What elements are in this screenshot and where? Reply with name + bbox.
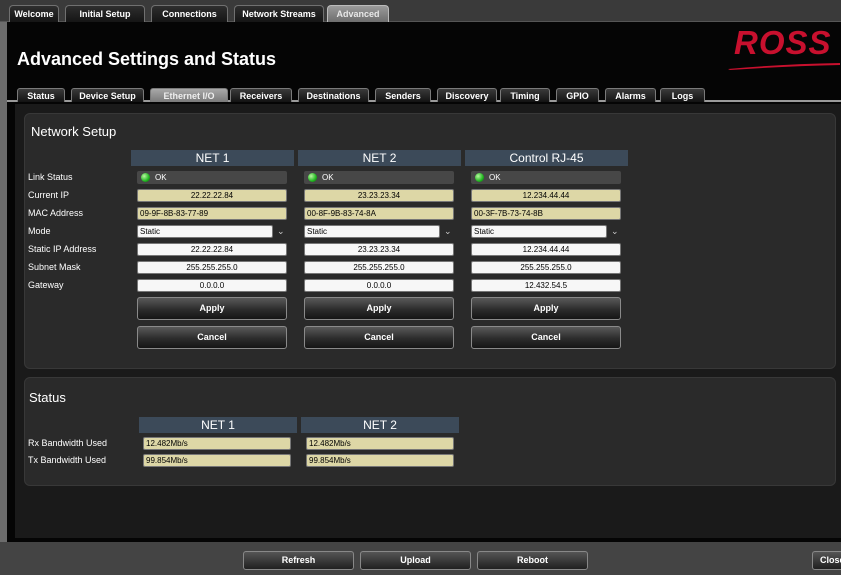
subtab-ethernet-io[interactable]: Ethernet I/O — [150, 88, 228, 102]
tx-bandwidth-label: Tx Bandwidth Used — [28, 455, 107, 465]
status-net2-column-header: NET 2 — [301, 417, 459, 433]
chevron-down-icon[interactable]: ⌄ — [611, 226, 619, 237]
control-mac-address: 00-3F-7B-73-74-8B — [471, 207, 621, 220]
net1-link-status-text: OK — [155, 173, 167, 182]
net1-current-ip: 22.22.22.84 — [137, 189, 287, 202]
mode-label: Mode — [28, 226, 51, 236]
tab-initial-setup[interactable]: Initial Setup — [65, 5, 145, 22]
net1-mode-select[interactable]: Static — [137, 225, 273, 238]
net2-subnet-mask-input[interactable]: 255.255.255.0 — [304, 261, 454, 274]
tab-advanced[interactable]: Advanced — [327, 5, 389, 22]
chevron-down-icon[interactable]: ⌄ — [277, 226, 285, 237]
net1-column-header: NET 1 — [131, 150, 294, 166]
status-led-icon — [308, 173, 317, 182]
net2-mac-address: 00-8F-9B-83-74-8A — [304, 207, 454, 220]
subtab-status[interactable]: Status — [17, 88, 65, 102]
net2-link-status-text: OK — [322, 173, 334, 182]
control-link-status: OK — [471, 171, 621, 184]
net2-mode-select[interactable]: Static — [304, 225, 440, 238]
net2-gateway-input[interactable]: 0.0.0.0 — [304, 279, 454, 292]
link-status-label: Link Status — [28, 172, 73, 182]
refresh-button[interactable]: Refresh — [243, 551, 354, 570]
status-led-icon — [141, 173, 150, 182]
control-rj45-column-header: Control RJ-45 — [465, 150, 628, 166]
net2-tx-bandwidth: 99.854Mb/s — [306, 454, 454, 467]
upload-button[interactable]: Upload — [360, 551, 471, 570]
static-ip-label: Static IP Address — [28, 244, 97, 254]
subtab-device-setup[interactable]: Device Setup — [71, 88, 144, 102]
control-current-ip: 12.234.44.44 — [471, 189, 621, 202]
subtab-gpio[interactable]: GPIO — [556, 88, 599, 102]
control-subnet-mask-input[interactable]: 255.255.255.0 — [471, 261, 621, 274]
subtab-timing[interactable]: Timing — [500, 88, 550, 102]
net2-apply-button[interactable]: Apply — [304, 297, 454, 320]
subtab-alarms[interactable]: Alarms — [605, 88, 656, 102]
net1-subnet-mask-input[interactable]: 255.255.255.0 — [137, 261, 287, 274]
control-cancel-button[interactable]: Cancel — [471, 326, 621, 349]
control-gateway-input[interactable]: 12.432.54.5 — [471, 279, 621, 292]
subtab-destinations[interactable]: Destinations — [298, 88, 369, 102]
subtab-receivers[interactable]: Receivers — [230, 88, 292, 102]
net1-rx-bandwidth: 12.482Mb/s — [143, 437, 291, 450]
net1-static-ip-input[interactable]: 22.22.22.84 — [137, 243, 287, 256]
subnet-mask-label: Subnet Mask — [28, 262, 81, 272]
page-title: Advanced Settings and Status — [17, 49, 277, 69]
current-ip-label: Current IP — [28, 190, 70, 200]
top-tab-bar: Welcome Initial Setup Connections Networ… — [0, 0, 841, 22]
net2-link-status: OK — [304, 171, 454, 184]
reboot-button[interactable]: Reboot — [477, 551, 588, 570]
net1-tx-bandwidth: 99.854Mb/s — [143, 454, 291, 467]
control-static-ip-input[interactable]: 12.234.44.44 — [471, 243, 621, 256]
net1-link-status: OK — [137, 171, 287, 184]
net2-column-header: NET 2 — [298, 150, 461, 166]
network-setup-title: Network Setup — [31, 124, 117, 139]
ross-logo: ROSS — [734, 24, 832, 61]
rx-bandwidth-label: Rx Bandwidth Used — [28, 438, 108, 448]
status-net1-column-header: NET 1 — [139, 417, 297, 433]
mac-address-label: MAC Address — [28, 208, 84, 218]
chevron-down-icon[interactable]: ⌄ — [444, 226, 452, 237]
net1-cancel-button[interactable]: Cancel — [137, 326, 287, 349]
net1-mac-address: 09-9F-8B-83-77-89 — [137, 207, 287, 220]
control-link-status-text: OK — [489, 173, 501, 182]
net2-current-ip: 23.23.23.34 — [304, 189, 454, 202]
control-apply-button[interactable]: Apply — [471, 297, 621, 320]
net2-static-ip-input[interactable]: 23.23.23.34 — [304, 243, 454, 256]
net2-cancel-button[interactable]: Cancel — [304, 326, 454, 349]
logo-swoosh-icon — [728, 63, 840, 70]
gateway-label: Gateway — [28, 280, 64, 290]
subtab-discovery[interactable]: Discovery — [437, 88, 497, 102]
net2-rx-bandwidth: 12.482Mb/s — [306, 437, 454, 450]
tab-connections[interactable]: Connections — [151, 5, 228, 22]
net1-apply-button[interactable]: Apply — [137, 297, 287, 320]
control-mode-select[interactable]: Static — [471, 225, 607, 238]
subtab-logs[interactable]: Logs — [660, 88, 705, 102]
status-led-icon — [475, 173, 484, 182]
tab-network-streams[interactable]: Network Streams — [234, 5, 324, 22]
net1-gateway-input[interactable]: 0.0.0.0 — [137, 279, 287, 292]
status-section-title: Status — [29, 390, 66, 405]
close-button[interactable]: Close — [812, 551, 841, 570]
subtab-senders[interactable]: Senders — [375, 88, 431, 102]
tab-welcome[interactable]: Welcome — [9, 5, 59, 22]
